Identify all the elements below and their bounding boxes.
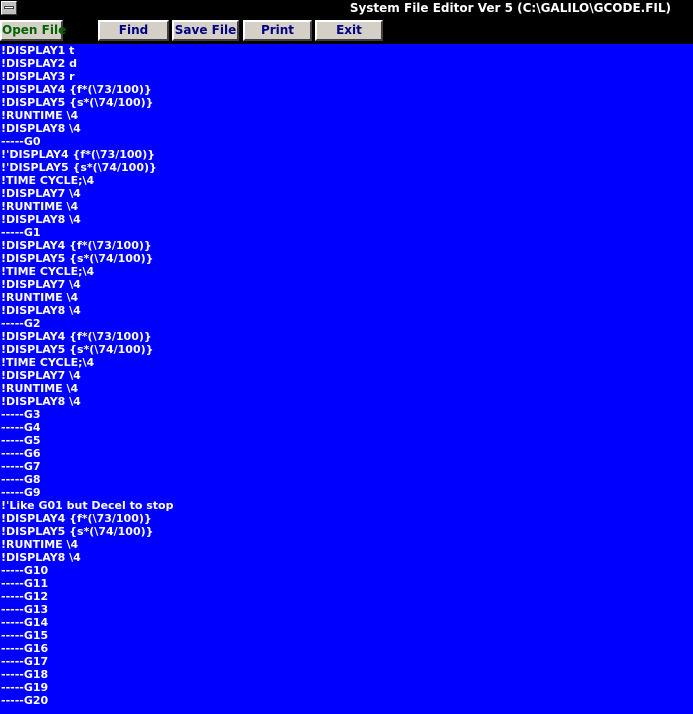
editor-line[interactable]: !DISPLAY5 {s*(\74/100)}: [1, 525, 693, 538]
editor-line[interactable]: -----G11: [1, 577, 693, 590]
editor-line[interactable]: !RUNTIME \4: [1, 291, 693, 304]
editor-line[interactable]: !DISPLAY8 \4: [1, 395, 693, 408]
open-file-button[interactable]: Open File: [0, 20, 66, 41]
editor-line[interactable]: !DISPLAY5 {s*(\74/100)}: [1, 343, 693, 356]
editor-line[interactable]: -----G6: [1, 447, 693, 460]
editor-line[interactable]: !DISPLAY4 {f*(\73/100)}: [1, 330, 693, 343]
window-title: System File Editor Ver 5 (C:\GALILO\GCOD…: [349, 1, 671, 15]
editor-line[interactable]: !RUNTIME \4: [1, 109, 693, 122]
editor-line[interactable]: !DISPLAY8 \4: [1, 304, 693, 317]
editor-line[interactable]: -----G8: [1, 473, 693, 486]
editor-line[interactable]: !DISPLAY7 \4: [1, 369, 693, 382]
title-bar: System File Editor Ver 5 (C:\GALILO\GCOD…: [0, 0, 693, 17]
editor-line[interactable]: -----G18: [1, 668, 693, 681]
editor-line[interactable]: !TIME CYCLE;\4: [1, 174, 693, 187]
editor-line[interactable]: !TIME CYCLE;\4: [1, 265, 693, 278]
editor-line[interactable]: -----G7: [1, 460, 693, 473]
editor-line[interactable]: -----G19: [1, 681, 693, 694]
editor-line[interactable]: -----G9: [1, 486, 693, 499]
file-text-editor[interactable]: !DISPLAY1 t !DISPLAY2 d !DISPLAY3 r !DISPLA…: [0, 44, 693, 714]
editor-line[interactable]: !'DISPLAY4 {f*(\73/100)}: [1, 148, 693, 161]
editor-line[interactable]: !'DISPLAY5 {s*(\74/100)}: [1, 161, 693, 174]
system-menu-icon[interactable]: [1, 1, 17, 15]
editor-line[interactable]: !DISPLAY3 r: [1, 70, 693, 83]
editor-line[interactable]: -----G5: [1, 434, 693, 447]
editor-line[interactable]: -----G12: [1, 590, 693, 603]
editor-line[interactable]: !DISPLAY8 \4: [1, 551, 693, 564]
editor-line[interactable]: !TIME CYCLE;\4: [1, 356, 693, 369]
toolbar: Open File Find Save File Print Exit: [0, 17, 693, 44]
save-file-button[interactable]: Save File: [172, 20, 239, 41]
editor-line[interactable]: -----G20: [1, 694, 693, 707]
editor-line[interactable]: -----G15: [1, 629, 693, 642]
editor-line[interactable]: -----G0: [1, 135, 693, 148]
editor-line[interactable]: !RUNTIME \4: [1, 538, 693, 551]
editor-line[interactable]: !DISPLAY7 \4: [1, 278, 693, 291]
editor-line[interactable]: !'Like G01 but Decel to stop: [1, 499, 693, 512]
editor-line[interactable]: -----G10: [1, 564, 693, 577]
editor-line[interactable]: !RUNTIME \4: [1, 382, 693, 395]
editor-line[interactable]: -----G13: [1, 603, 693, 616]
exit-button[interactable]: Exit: [315, 20, 383, 41]
editor-line[interactable]: !DISPLAY8 \4: [1, 122, 693, 135]
editor-line[interactable]: !DISPLAY2 d: [1, 57, 693, 70]
editor-line[interactable]: -----G4: [1, 421, 693, 434]
editor-line[interactable]: !DISPLAY4 {f*(\73/100)}: [1, 239, 693, 252]
editor-line[interactable]: !RUNTIME \4: [1, 200, 693, 213]
editor-line[interactable]: !DISPLAY4 {f*(\73/100)}: [1, 512, 693, 525]
editor-line[interactable]: !DISPLAY7 \4: [1, 187, 693, 200]
editor-line[interactable]: -----G16: [1, 642, 693, 655]
system-menu-bar-glyph: [4, 6, 14, 9]
find-button[interactable]: Find: [98, 20, 169, 41]
editor-line[interactable]: -----G17: [1, 655, 693, 668]
editor-line[interactable]: -----G3: [1, 408, 693, 421]
editor-line[interactable]: -----G1: [1, 226, 693, 239]
editor-line[interactable]: -----G14: [1, 616, 693, 629]
print-button[interactable]: Print: [243, 20, 312, 41]
editor-line[interactable]: !DISPLAY1 t: [1, 44, 693, 57]
editor-line[interactable]: !DISPLAY4 {f*(\73/100)}: [1, 83, 693, 96]
editor-line[interactable]: !DISPLAY5 {s*(\74/100)}: [1, 96, 693, 109]
editor-line[interactable]: !DISPLAY8 \4: [1, 213, 693, 226]
editor-line[interactable]: -----G2: [1, 317, 693, 330]
editor-line[interactable]: !DISPLAY5 {s*(\74/100)}: [1, 252, 693, 265]
